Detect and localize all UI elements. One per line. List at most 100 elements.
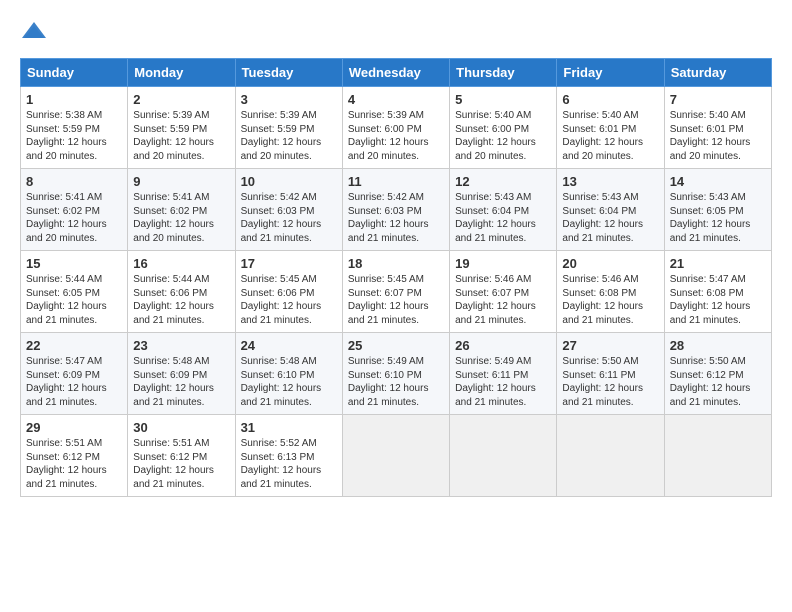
day-number: 6 (562, 92, 658, 107)
day-info-line: Daylight: 12 hours (455, 218, 551, 232)
day-info-line: Sunset: 6:10 PM (241, 369, 337, 383)
calendar-cell: 21Sunrise: 5:47 AMSunset: 6:08 PMDayligh… (664, 251, 771, 333)
day-info-line: and 21 minutes. (241, 314, 337, 328)
day-number: 25 (348, 338, 444, 353)
day-number: 12 (455, 174, 551, 189)
day-number: 9 (133, 174, 229, 189)
day-info-line: Daylight: 12 hours (241, 464, 337, 478)
calendar-cell: 29 Sunrise: 5:51 AMSunset: 6:12 PMDayligh… (21, 415, 128, 497)
day-info-line: and 21 minutes. (670, 232, 766, 246)
day-info-line: and 21 minutes. (455, 314, 551, 328)
day-info-line: and 21 minutes. (241, 396, 337, 410)
day-info-line: and 21 minutes. (670, 314, 766, 328)
day-info-line: Sunrise: 5:51 AM (26, 437, 122, 451)
day-info-line: Daylight: 12 hours (133, 464, 229, 478)
calendar-cell: 4Sunrise: 5:39 AMSunset: 6:00 PMDaylight… (342, 87, 449, 169)
day-info-line: Daylight: 12 hours (348, 218, 444, 232)
day-info-line: and 20 minutes. (26, 232, 122, 246)
day-number: 29 (26, 420, 122, 435)
day-info-line: Sunset: 6:12 PM (26, 451, 122, 465)
day-info-line: Sunset: 6:06 PM (241, 287, 337, 301)
day-info-line: Sunset: 6:05 PM (26, 287, 122, 301)
col-header-tuesday: Tuesday (235, 59, 342, 87)
day-info-line: Sunrise: 5:46 AM (562, 273, 658, 287)
day-info-line: Daylight: 12 hours (26, 218, 122, 232)
day-info-line: Sunrise: 5:39 AM (133, 109, 229, 123)
day-info-line: Sunrise: 5:51 AM (133, 437, 229, 451)
calendar-cell: 25Sunrise: 5:49 AMSunset: 6:10 PMDayligh… (342, 333, 449, 415)
day-info-line: Sunrise: 5:38 AM (26, 109, 122, 123)
day-info-line: Sunset: 6:05 PM (670, 205, 766, 219)
calendar-cell: 7Sunrise: 5:40 AMSunset: 6:01 PMDaylight… (664, 87, 771, 169)
day-info-line: Daylight: 12 hours (562, 218, 658, 232)
day-info-line: Daylight: 12 hours (455, 382, 551, 396)
day-number: 17 (241, 256, 337, 271)
day-info-line: Sunset: 6:12 PM (133, 451, 229, 465)
day-info-line: and 20 minutes. (670, 150, 766, 164)
calendar-cell: 2Sunrise: 5:39 AMSunset: 5:59 PMDaylight… (128, 87, 235, 169)
calendar-cell: 16Sunrise: 5:44 AMSunset: 6:06 PMDayligh… (128, 251, 235, 333)
day-info-line: Sunset: 5:59 PM (26, 123, 122, 137)
day-info-line: Sunrise: 5:45 AM (348, 273, 444, 287)
day-info-line: Sunrise: 5:44 AM (26, 273, 122, 287)
day-info-line: Daylight: 12 hours (562, 382, 658, 396)
day-info-line: Sunrise: 5:47 AM (670, 273, 766, 287)
day-info-line: Sunrise: 5:42 AM (241, 191, 337, 205)
day-info-line: and 20 minutes. (348, 150, 444, 164)
calendar-cell: 12Sunrise: 5:43 AMSunset: 6:04 PMDayligh… (450, 169, 557, 251)
day-info-line: Daylight: 12 hours (562, 136, 658, 150)
day-number: 3 (241, 92, 337, 107)
day-info-line: Daylight: 12 hours (241, 136, 337, 150)
day-info-line: and 21 minutes. (241, 478, 337, 492)
col-header-thursday: Thursday (450, 59, 557, 87)
calendar-cell (557, 415, 664, 497)
calendar-cell: 17 Sunrise: 5:45 AMSunset: 6:06 PMDayligh… (235, 251, 342, 333)
day-info-line: Sunset: 6:02 PM (133, 205, 229, 219)
day-number: 23 (133, 338, 229, 353)
day-info-line: and 20 minutes. (133, 232, 229, 246)
day-info-line: Sunrise: 5:41 AM (133, 191, 229, 205)
day-info-line: and 21 minutes. (562, 232, 658, 246)
day-info-line: Sunrise: 5:49 AM (455, 355, 551, 369)
day-info-line: Sunset: 6:11 PM (455, 369, 551, 383)
day-number: 20 (562, 256, 658, 271)
day-info-line: Sunrise: 5:48 AM (133, 355, 229, 369)
day-info-line: Daylight: 12 hours (670, 218, 766, 232)
day-info-line: Daylight: 12 hours (133, 136, 229, 150)
day-info-line: Daylight: 12 hours (26, 464, 122, 478)
day-info-line: Daylight: 12 hours (670, 136, 766, 150)
day-info-line: Sunrise: 5:41 AM (26, 191, 122, 205)
calendar-cell: 5Sunrise: 5:40 AMSunset: 6:00 PMDaylight… (450, 87, 557, 169)
day-info-line: and 20 minutes. (241, 150, 337, 164)
day-info-line: Sunrise: 5:50 AM (670, 355, 766, 369)
day-info-line: Sunrise: 5:43 AM (455, 191, 551, 205)
day-number: 28 (670, 338, 766, 353)
day-number: 5 (455, 92, 551, 107)
day-info-line: Daylight: 12 hours (348, 136, 444, 150)
day-info-line: Sunset: 6:12 PM (670, 369, 766, 383)
day-info-line: Daylight: 12 hours (455, 136, 551, 150)
day-info-line: Sunrise: 5:43 AM (670, 191, 766, 205)
day-number: 15 (26, 256, 122, 271)
calendar-cell: 8Sunrise: 5:41 AMSunset: 6:02 PMDaylight… (21, 169, 128, 251)
day-number: 11 (348, 174, 444, 189)
day-info-line: and 21 minutes. (133, 478, 229, 492)
day-number: 30 (133, 420, 229, 435)
day-info-line: and 20 minutes. (26, 150, 122, 164)
day-info-line: Sunrise: 5:45 AM (241, 273, 337, 287)
calendar-cell: 6Sunrise: 5:40 AMSunset: 6:01 PMDaylight… (557, 87, 664, 169)
day-info-line: Daylight: 12 hours (348, 300, 444, 314)
day-info-line: and 21 minutes. (133, 396, 229, 410)
calendar-cell: 1Sunrise: 5:38 AMSunset: 5:59 PMDaylight… (21, 87, 128, 169)
day-info-line: and 21 minutes. (26, 396, 122, 410)
day-info-line: Sunset: 6:09 PM (26, 369, 122, 383)
day-number: 24 (241, 338, 337, 353)
day-number: 26 (455, 338, 551, 353)
day-number: 14 (670, 174, 766, 189)
day-number: 31 (241, 420, 337, 435)
day-info-line: and 21 minutes. (133, 314, 229, 328)
day-info-line: Sunrise: 5:46 AM (455, 273, 551, 287)
day-info-line: Sunrise: 5:50 AM (562, 355, 658, 369)
day-info-line: Daylight: 12 hours (241, 300, 337, 314)
day-info-line: Sunset: 6:09 PM (133, 369, 229, 383)
